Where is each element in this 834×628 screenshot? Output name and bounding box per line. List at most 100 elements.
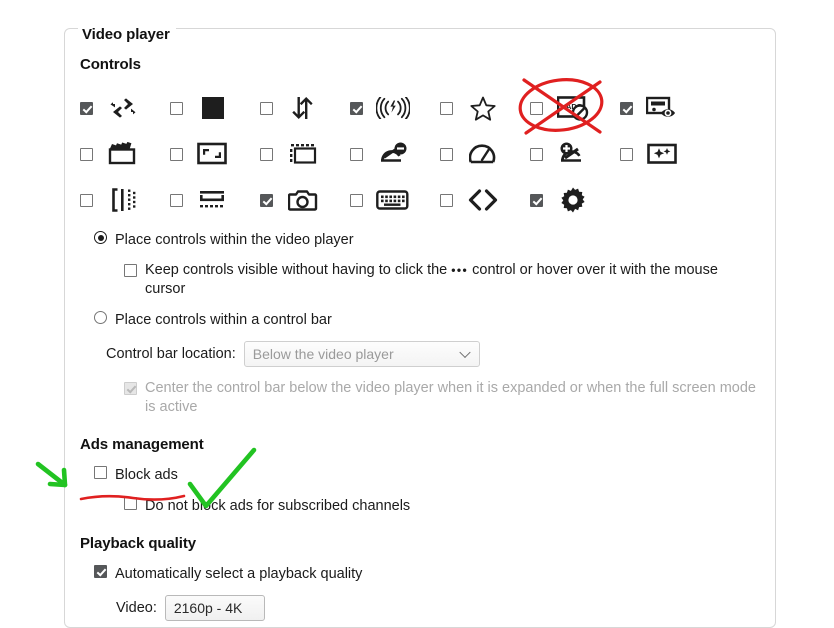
star-icon <box>466 94 500 122</box>
settings-checkbox[interactable] <box>530 193 543 207</box>
loop-icon <box>106 94 140 122</box>
auto-quality-label: Automatically select a playback quality <box>115 566 363 582</box>
controls-row-1: ADS <box>80 85 760 131</box>
control-item-filmstrip[interactable] <box>260 140 350 168</box>
no-block-subscribed-label: Do not block ads for subscribed channels <box>145 498 411 514</box>
skip-segment-checkbox[interactable] <box>350 147 363 161</box>
place-in-player-radio[interactable] <box>94 231 107 244</box>
checkbox-center-control-bar[interactable]: Center the control bar below the video p… <box>124 379 760 417</box>
controls-row-2 <box>80 131 760 177</box>
keyboard-icon <box>376 186 410 214</box>
control-item-subtitles[interactable] <box>170 186 260 214</box>
block-ads-checkbox[interactable] <box>94 466 107 479</box>
control-item-preview[interactable] <box>620 94 710 122</box>
filled-square-icon <box>196 94 230 122</box>
control-item-keyboard-shortcuts[interactable] <box>350 186 440 214</box>
screenshot-checkbox[interactable] <box>260 193 273 207</box>
ads-block-icon: ADS <box>556 94 590 122</box>
gear-icon <box>556 186 590 214</box>
preview-checkbox[interactable] <box>620 101 633 115</box>
ads-management-heading: Ads management <box>80 436 204 453</box>
control-bar-location-value: Below the video player <box>252 346 394 362</box>
settings-content: Controls ADS Place controls within the v… <box>64 28 776 621</box>
checkbox-block-ads[interactable]: Block ads <box>94 466 760 485</box>
video-quality-value: 2160p - 4K <box>173 600 243 616</box>
block-ads-control-checkbox[interactable] <box>530 101 543 115</box>
video-quality-row: Video: 2160p - 4K <box>116 595 760 621</box>
control-item-ab-repeat[interactable] <box>80 186 170 214</box>
filmstrip-icon <box>286 140 320 168</box>
controls-row-3 <box>80 177 760 223</box>
subtitles-checkbox[interactable] <box>170 193 183 207</box>
favorite-checkbox[interactable] <box>440 101 453 115</box>
control-item-screenshot[interactable] <box>260 186 350 214</box>
control-item-volume-boost[interactable] <box>350 94 440 122</box>
control-item-skip-segment[interactable] <box>350 140 440 168</box>
keyboard-shortcuts-checkbox[interactable] <box>350 193 363 207</box>
control-item-add-segment[interactable] <box>530 140 620 168</box>
control-item-favorite[interactable] <box>440 94 530 122</box>
angle-brackets-icon <box>466 186 500 214</box>
control-item-block-ads[interactable]: ADS <box>530 94 620 122</box>
keep-controls-visible-checkbox[interactable] <box>124 264 137 277</box>
sort-order-checkbox[interactable] <box>260 101 273 115</box>
keep-controls-visible-label: Keep controls visible without having to … <box>145 261 760 299</box>
control-bar-location-select[interactable]: Below the video player <box>243 341 480 367</box>
video-quality-select[interactable]: 2160p - 4K <box>164 595 265 621</box>
filmstrip-checkbox[interactable] <box>260 147 273 161</box>
aspect-ratio-icon <box>196 140 230 168</box>
ab-loop-icon <box>106 186 140 214</box>
center-control-bar-label: Center the control bar below the video p… <box>145 380 756 415</box>
sparkle-screen-icon <box>646 140 680 168</box>
checkbox-no-block-subscribed[interactable]: Do not block ads for subscribed channels <box>124 497 760 516</box>
checkbox-auto-quality[interactable]: Automatically select a playback quality <box>94 565 760 584</box>
radio-place-in-player[interactable]: Place controls within the video player <box>94 231 760 250</box>
no-block-subscribed-checkbox[interactable] <box>124 497 137 510</box>
ellipsis-control-glyph: ••• <box>451 263 469 277</box>
control-item-loop[interactable] <box>80 94 170 122</box>
embed-code-checkbox[interactable] <box>440 193 453 207</box>
screen-eye-icon <box>646 94 680 122</box>
ab-repeat-checkbox[interactable] <box>80 193 93 207</box>
placement-options: Place controls within the video player K… <box>80 231 760 417</box>
checkbox-keep-controls-visible[interactable]: Keep controls visible without having to … <box>124 261 760 299</box>
place-in-control-bar-label: Place controls within a control bar <box>115 312 332 328</box>
controls-icon-grid: ADS <box>80 85 760 223</box>
control-item-theater-mode[interactable] <box>170 94 260 122</box>
control-item-enhance[interactable] <box>620 140 710 168</box>
center-control-bar-checkbox[interactable] <box>124 382 137 395</box>
skip-plus-icon <box>556 140 590 168</box>
chevron-down-icon <box>459 346 471 359</box>
control-bar-location-row: Control bar location: Below the video pl… <box>106 341 760 367</box>
auto-quality-checkbox[interactable] <box>94 565 107 578</box>
volume-boost-icon <box>376 94 410 122</box>
loop-checkbox[interactable] <box>80 101 93 115</box>
playback-quality-section: Playback quality Automatically select a … <box>80 535 760 621</box>
clapperboard-icon <box>106 140 140 168</box>
control-item-playback-speed[interactable] <box>440 140 530 168</box>
video-quality-label: Video: <box>116 600 157 616</box>
control-item-embed-code[interactable] <box>440 186 530 214</box>
control-item-sort-order[interactable] <box>260 94 350 122</box>
volume-boost-checkbox[interactable] <box>350 101 363 115</box>
clapperboard-checkbox[interactable] <box>80 147 93 161</box>
aspect-ratio-checkbox[interactable] <box>170 147 183 161</box>
enhance-checkbox[interactable] <box>620 147 633 161</box>
place-in-control-bar-radio[interactable] <box>94 311 107 324</box>
radio-place-in-control-bar[interactable]: Place controls within a control bar <box>94 311 760 330</box>
playback-speed-checkbox[interactable] <box>440 147 453 161</box>
place-in-player-label: Place controls within the video player <box>115 232 354 248</box>
controls-heading: Controls <box>80 56 141 73</box>
control-item-aspect-ratio[interactable] <box>170 140 260 168</box>
ads-management-section: Ads management Block ads Do not block ad… <box>80 436 760 516</box>
arrows-up-down-icon <box>286 94 320 122</box>
camera-icon <box>286 186 320 214</box>
subtitle-lines-icon <box>196 186 230 214</box>
theater-mode-checkbox[interactable] <box>170 101 183 115</box>
speedometer-icon <box>466 140 500 168</box>
control-item-clapperboard[interactable] <box>80 140 170 168</box>
skip-minus-icon <box>376 140 410 168</box>
control-item-settings[interactable] <box>530 186 620 214</box>
keep-visible-prefix: Keep controls visible without having to … <box>145 262 448 278</box>
add-segment-checkbox[interactable] <box>530 147 543 161</box>
